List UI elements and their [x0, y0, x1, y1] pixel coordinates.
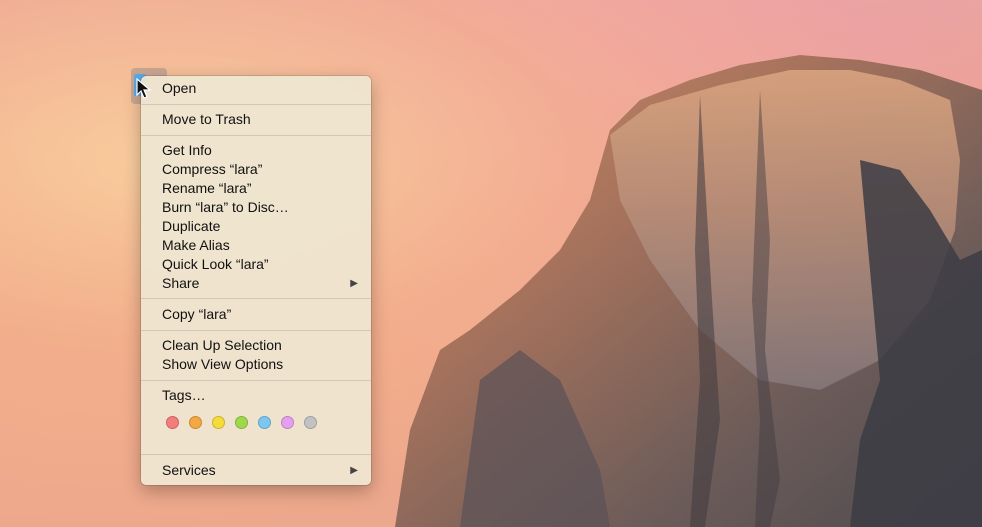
menu-item-compress[interactable]: Compress “lara” — [141, 160, 371, 179]
menu-item-copy[interactable]: Copy “lara” — [141, 305, 371, 324]
menu-item-clean-up-selection[interactable]: Clean Up Selection — [141, 336, 371, 355]
menu-separator — [141, 135, 371, 136]
mouse-pointer-icon — [136, 78, 152, 99]
menu-item-tags[interactable]: Tags… — [141, 386, 371, 405]
menu-separator — [141, 380, 371, 381]
menu-item-quick-look[interactable]: Quick Look “lara” — [141, 255, 371, 274]
menu-item-rename[interactable]: Rename “lara” — [141, 179, 371, 198]
menu-item-label: Quick Look “lara” — [162, 256, 269, 272]
menu-item-label: Show View Options — [162, 356, 284, 372]
desktop: Open Move to Trash Get Info Compress “la… — [0, 0, 982, 527]
tag-green[interactable] — [235, 416, 248, 429]
menu-item-duplicate[interactable]: Duplicate — [141, 217, 371, 236]
menu-separator — [141, 454, 371, 455]
menu-item-label: Rename “lara” — [162, 180, 252, 196]
menu-item-open[interactable]: Open — [141, 79, 371, 98]
menu-separator — [141, 104, 371, 105]
menu-item-label: Compress “lara” — [162, 161, 263, 177]
triangle-right-icon: ▶ — [350, 278, 358, 289]
menu-separator — [141, 298, 371, 299]
menu-item-move-to-trash[interactable]: Move to Trash — [141, 110, 371, 129]
menu-item-burn[interactable]: Burn “lara” to Disc… — [141, 198, 371, 217]
tag-orange[interactable] — [189, 416, 202, 429]
menu-item-label: Duplicate — [162, 218, 221, 234]
menu-item-get-info[interactable]: Get Info — [141, 141, 371, 160]
menu-item-label: Services — [162, 462, 216, 478]
tag-yellow[interactable] — [212, 416, 225, 429]
menu-item-label: Make Alias — [162, 237, 230, 253]
menu-item-label: Open — [162, 80, 197, 96]
menu-item-label: Get Info — [162, 142, 212, 158]
tag-red[interactable] — [166, 416, 179, 429]
menu-item-label: Tags… — [162, 387, 206, 403]
menu-separator — [141, 330, 371, 331]
menu-item-share[interactable]: Share ▶ — [141, 274, 371, 293]
menu-item-label: Copy “lara” — [162, 306, 232, 322]
menu-item-make-alias[interactable]: Make Alias — [141, 236, 371, 255]
tag-gray[interactable] — [304, 416, 317, 429]
context-menu: Open Move to Trash Get Info Compress “la… — [141, 76, 371, 485]
menu-item-label: Clean Up Selection — [162, 337, 282, 353]
tag-purple[interactable] — [281, 416, 294, 429]
tag-blue[interactable] — [258, 416, 271, 429]
triangle-right-icon: ▶ — [350, 465, 358, 476]
menu-item-show-view-options[interactable]: Show View Options — [141, 355, 371, 374]
menu-item-label: Burn “lara” to Disc… — [162, 199, 289, 215]
menu-item-label: Share — [162, 275, 200, 291]
menu-item-label: Move to Trash — [162, 111, 251, 127]
tag-color-row — [166, 416, 317, 430]
menu-item-services[interactable]: Services ▶ — [141, 461, 371, 480]
